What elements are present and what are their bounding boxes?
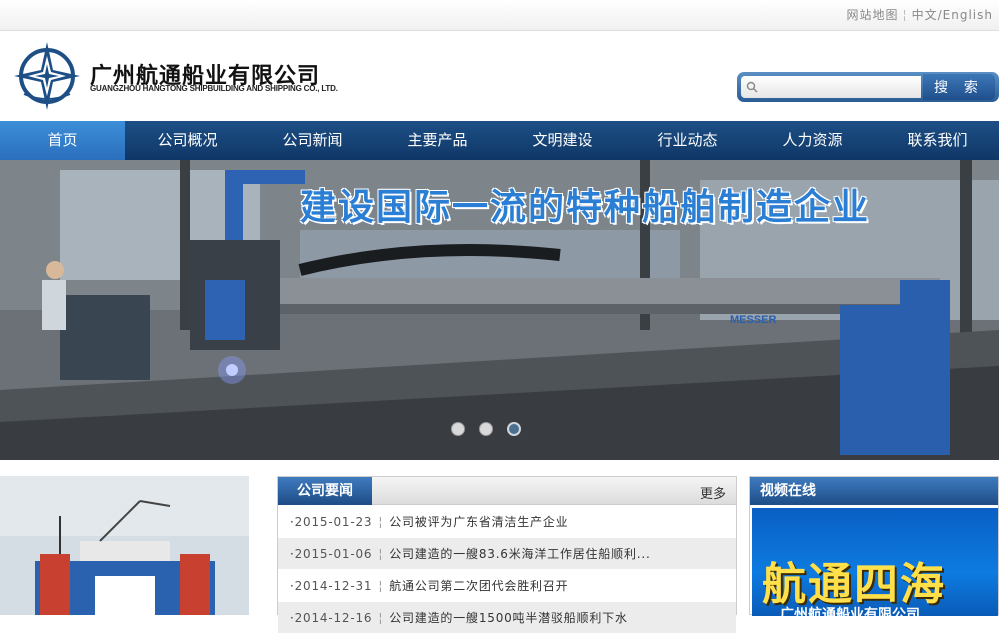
nav-item-products[interactable]: 主要产品 — [375, 121, 500, 160]
news-date: 2015-01-23 — [294, 515, 373, 529]
news-headline: 公司建造的一艘83.6米海洋工作居住船顺利... — [389, 547, 651, 561]
news-date: 2014-12-31 — [294, 579, 373, 593]
nav-item-home[interactable]: 首页 — [0, 121, 125, 160]
news-date: 2015-01-06 — [294, 547, 373, 561]
video-thumbnail[interactable]: 航通四海 广州航通船业有限公司 — [752, 508, 998, 616]
search-bar: 搜 索 — [737, 72, 999, 102]
video-thumb-subtitle: 广州航通船业有限公司 — [780, 607, 920, 616]
news-headline: 公司建造的一艘1500吨半潜驳船顺利下水 — [389, 611, 628, 625]
slide-dot-3[interactable] — [507, 422, 521, 436]
news-separator: ¦ — [378, 547, 384, 561]
slide-dot-1[interactable] — [451, 422, 465, 436]
slide-dot-2[interactable] — [479, 422, 493, 436]
nav-item-hr[interactable]: 人力资源 — [750, 121, 875, 160]
news-separator: ¦ — [378, 611, 384, 625]
search-icon — [746, 81, 758, 93]
company-logo-icon[interactable] — [12, 40, 82, 112]
chinese-link[interactable]: 中文 — [912, 8, 938, 22]
video-title: 视频在线 — [750, 477, 998, 505]
banner-slogan: 建设国际一流的特种船舶制造企业 — [300, 187, 871, 228]
nav-item-contact[interactable]: 联系我们 — [875, 121, 999, 160]
company-name-en: GUANGZHOU HANGTONG SHIPBUILDING AND SHIP… — [90, 84, 338, 93]
news-item[interactable]: ·2015-01-23 ¦ 公司被评为广东省清洁生产企业 — [278, 506, 736, 538]
nav-item-news[interactable]: 公司新闻 — [250, 121, 375, 160]
nav-item-industry[interactable]: 行业动态 — [625, 121, 750, 160]
hero-banner[interactable]: MESSER 建设国际一流的特种船舶制造企业 — [0, 160, 999, 460]
video-thumb-title: 航通四海 — [762, 559, 946, 610]
sitemap-link[interactable]: 网站地图 — [847, 8, 899, 22]
ship-photo — [0, 476, 249, 615]
nav-item-about[interactable]: 公司概况 — [125, 121, 250, 160]
nav-item-culture[interactable]: 文明建设 — [500, 121, 625, 160]
divider: ¦ — [902, 8, 908, 22]
top-links: 网站地图 ¦ 中文/English — [847, 6, 993, 23]
news-title[interactable]: 公司要闻 — [278, 477, 372, 505]
video-panel: 视频在线 航通四海 广州航通船业有限公司 — [749, 476, 999, 616]
english-link[interactable]: English — [943, 8, 993, 22]
news-item[interactable]: ·2014-12-16 ¦ 公司建造的一艘1500吨半潜驳船顺利下水 — [278, 602, 736, 634]
product-photo[interactable] — [0, 476, 249, 615]
news-separator: ¦ — [378, 515, 384, 529]
site-header: 广州航通船业有限公司 GUANGZHOU HANGTONG SHIPBUILDI… — [0, 32, 999, 121]
search-input[interactable] — [741, 76, 921, 98]
news-headline: 公司被评为广东省清洁生产企业 — [389, 515, 569, 529]
news-date: 2014-12-16 — [294, 611, 373, 625]
news-headline: 航通公司第二次团代会胜利召开 — [389, 579, 569, 593]
machine-brand-label: MESSER — [730, 314, 777, 326]
main-nav: 首页 公司概况 公司新闻 主要产品 文明建设 行业动态 人力资源 联系我们 — [0, 121, 999, 160]
search-button[interactable]: 搜 索 — [923, 74, 995, 100]
news-more-link[interactable]: 更多 — [700, 483, 726, 502]
news-item[interactable]: ·2014-12-31 ¦ 航通公司第二次团代会胜利召开 — [278, 570, 736, 602]
news-item[interactable]: ·2015-01-06 ¦ 公司建造的一艘83.6米海洋工作居住船顺利... — [278, 538, 736, 570]
news-panel: 公司要闻 更多 ·2015-01-23 ¦ 公司被评为广东省清洁生产企业 ·2015… — [277, 476, 737, 634]
top-utility-bar: 网站地图 ¦ 中文/English — [0, 0, 999, 31]
news-header: 公司要闻 更多 — [278, 477, 736, 505]
news-separator: ¦ — [378, 579, 384, 593]
